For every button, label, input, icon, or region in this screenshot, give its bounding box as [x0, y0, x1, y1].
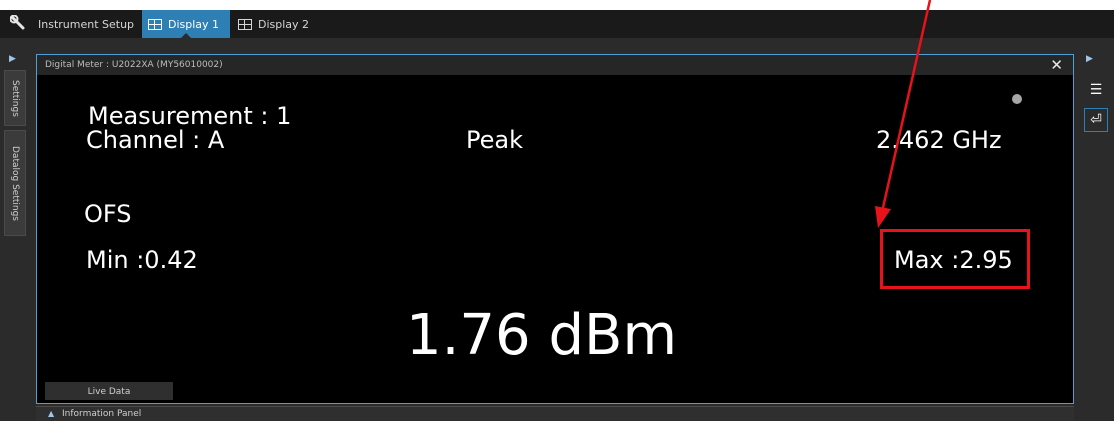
tab-display-2[interactable]: Display 2	[232, 10, 322, 38]
wrench-icon	[9, 14, 32, 34]
return-icon[interactable]: ⏎	[1084, 108, 1108, 132]
tab-label: Display 2	[258, 17, 310, 31]
status-indicator-dot	[1012, 94, 1022, 104]
frequency-value: 2.462 GHz	[876, 126, 1002, 154]
datalog-settings-vertical-tab[interactable]: Datalog Settings	[4, 130, 26, 236]
tab-instrument-setup[interactable]: Instrument Setup	[4, 10, 138, 38]
grid-layout-icon	[238, 18, 252, 30]
min-value: Min :0.42	[86, 246, 198, 274]
expand-up-icon: ▲	[48, 409, 55, 418]
grid-layout-icon	[148, 18, 162, 30]
power-reading: 1.76 dBm	[406, 303, 678, 368]
tab-label: Display 1	[168, 17, 220, 31]
settings-vertical-tab[interactable]: Settings	[4, 70, 26, 126]
offset-label: OFS	[84, 200, 132, 228]
mode-label: Peak	[466, 126, 523, 154]
meter-title: Digital Meter : U2022XA (MY56010002)	[37, 55, 1073, 75]
expand-arrow-icon[interactable]: ▶	[9, 54, 16, 64]
settings-tab-label: Settings	[10, 79, 20, 117]
close-icon[interactable]: ✕	[1050, 55, 1063, 75]
left-side-panel: ▶ Settings Datalog Settings	[0, 50, 30, 421]
right-side-panel: ▶ ☰ ⏎	[1078, 50, 1114, 421]
information-panel[interactable]: ▲ Information Panel	[36, 406, 1074, 421]
live-data-tab[interactable]: Live Data	[45, 382, 173, 400]
tab-label: Instrument Setup	[38, 17, 135, 31]
list-icon[interactable]: ☰	[1084, 78, 1108, 102]
information-panel-label: Information Panel	[62, 409, 142, 419]
expand-arrow-icon[interactable]: ▶	[1086, 54, 1093, 64]
channel-label: Channel : A	[86, 126, 225, 154]
tab-display-1[interactable]: Display 1	[142, 10, 230, 39]
datalog-tab-label: Datalog Settings	[10, 145, 20, 221]
max-highlight-box	[880, 229, 1030, 289]
